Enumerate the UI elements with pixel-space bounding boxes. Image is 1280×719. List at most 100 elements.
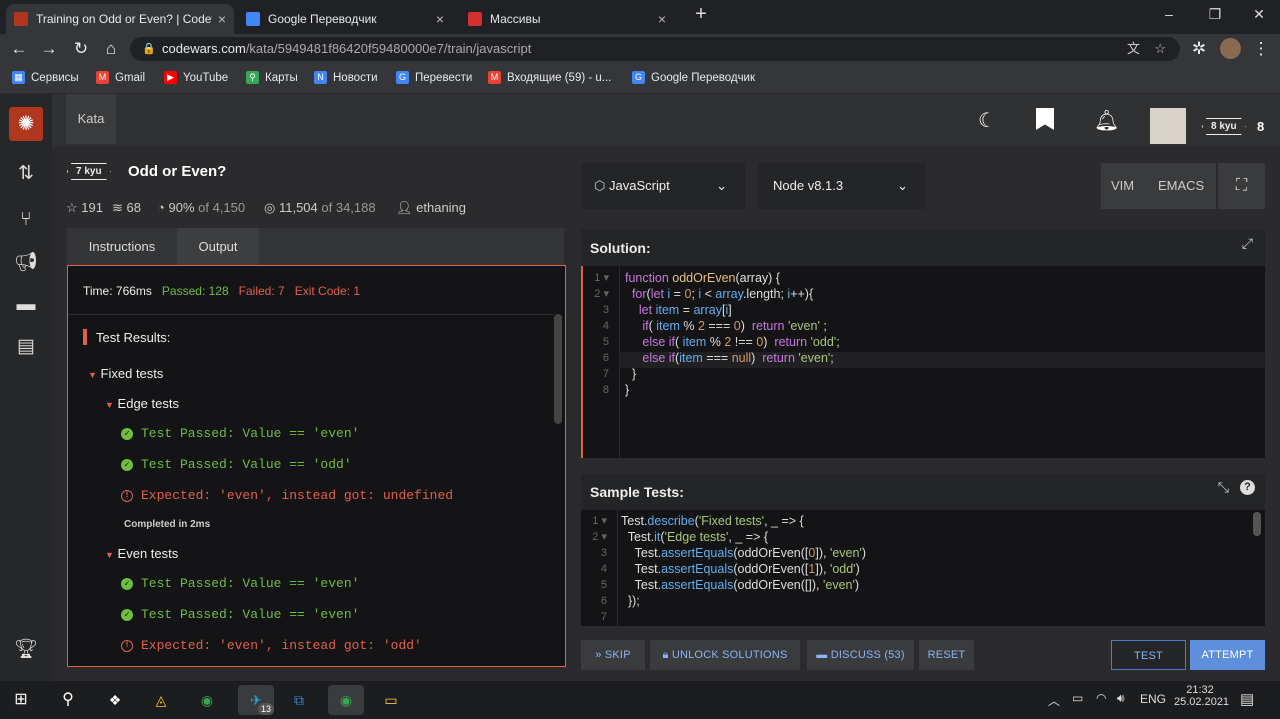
collapse-icon[interactable]: ⤡ xyxy=(1218,479,1229,496)
code-line: 6 else if(item === null) return 'even'; xyxy=(602,351,834,365)
group-even-tests[interactable]: ▼ Even tests xyxy=(105,546,178,561)
expand-icon[interactable]: ⤢ xyxy=(1242,235,1253,252)
code-line: 1 ▾ Test.describe('Fixed tests', _ => { xyxy=(592,514,804,528)
codewars-logo-icon[interactable]: ✺ xyxy=(9,107,43,141)
chrome-active-icon[interactable]: ◉ xyxy=(328,685,364,715)
group-fixed-tests[interactable]: ▼ Fixed tests xyxy=(88,366,163,381)
bookmark-icon[interactable] xyxy=(1036,108,1054,130)
search-icon[interactable]: ⚲ xyxy=(53,685,83,715)
address-toolbar: ← → ↻ ⌂ 🔒 codewars.com/kata/5949481f8642… xyxy=(0,34,1280,64)
close-tab-icon[interactable]: × xyxy=(436,11,444,27)
comment-icon: ▬ xyxy=(816,649,828,661)
result-line: ! Expected: 'even', instead got: 'odd' xyxy=(121,638,422,653)
translate-page-icon[interactable]: 文 xyxy=(1127,37,1140,61)
tab-instructions[interactable]: Instructions xyxy=(67,228,177,266)
bookmark-inbox[interactable]: M Входящие (59) - u... xyxy=(488,71,611,84)
chat-icon[interactable]: ▬ xyxy=(13,292,39,318)
code-line: 3 let item = array[i] xyxy=(602,303,732,317)
sample-tests-panel: Sample Tests: ⤡ ? 1 ▾ Test.describe('Fixe… xyxy=(581,474,1265,626)
results-title: Test Results: xyxy=(96,330,171,345)
reset-button[interactable]: RESET xyxy=(919,640,974,670)
code-line: 2 ▾ Test.it('Edge tests', _ => { xyxy=(592,530,769,544)
new-tab-button[interactable]: + xyxy=(686,3,716,26)
reload-icon[interactable]: ↻ xyxy=(70,39,92,59)
docs-icon[interactable]: ▤ xyxy=(13,334,39,360)
solution-editor[interactable]: 1 ▾ function oddOrEven(array) { 2 ▾ for(l… xyxy=(581,266,1265,458)
nav-kata[interactable]: Kata xyxy=(66,94,116,144)
group-edge-tests[interactable]: ▼ Edge tests xyxy=(105,396,179,411)
clock[interactable]: 21:32 25.02.2021 xyxy=(1174,684,1229,708)
figma-icon[interactable]: ❖ xyxy=(100,685,130,715)
wifi-icon[interactable]: ◠ xyxy=(1096,691,1106,705)
tray-network-icon[interactable]: ▭ xyxy=(1072,691,1083,705)
bookmark-youtube[interactable]: ▶ YouTube xyxy=(164,71,228,84)
gmail-icon: M xyxy=(96,71,109,84)
language-select[interactable]: ⬡ JavaScript ⌄ xyxy=(581,163,745,209)
close-tab-icon[interactable]: × xyxy=(218,11,226,27)
apps-icon: ▦ xyxy=(12,71,25,84)
profile-avatar[interactable] xyxy=(1220,38,1241,59)
bookmark-translate[interactable]: G Перевести xyxy=(396,71,472,84)
megaphone-icon[interactable]: 📢︎ xyxy=(13,250,39,276)
attempt-button[interactable]: ATTEMPT xyxy=(1190,640,1265,670)
file-explorer-icon[interactable]: ▭ xyxy=(376,685,406,715)
tab-google-translate[interactable]: Google Переводчик × xyxy=(238,4,452,34)
emacs-button[interactable]: EMACS xyxy=(1158,178,1204,193)
bookmark-google-translate[interactable]: G Google Переводчик xyxy=(632,71,755,84)
close-tab-icon[interactable]: × xyxy=(658,11,666,27)
fullscreen-icon[interactable]: ⛶ xyxy=(1218,163,1265,209)
forward-arrow-icon[interactable]: → xyxy=(38,39,60,59)
kata-author[interactable]: 👤︎ ethaning xyxy=(396,200,466,216)
chrome-icon[interactable]: ◉ xyxy=(192,685,222,715)
sample-tests-editor[interactable]: 1 ▾ Test.describe('Fixed tests', _ => { 2… xyxy=(581,510,1265,626)
minimize-button[interactable]: – xyxy=(1154,6,1184,22)
bookmark-services[interactable]: ▦ Сервисы xyxy=(12,71,79,84)
bookmark-star-icon[interactable]: ☆ xyxy=(1154,37,1166,61)
code-line: 3 Test.assertEquals(oddOrEven([0]), 'eve… xyxy=(600,546,866,560)
code-line: 5 else if( item % 2 !== 0) return 'odd'; xyxy=(602,335,840,349)
collections-icon: ≋ xyxy=(112,200,123,215)
output-scrollbar[interactable] xyxy=(554,314,562,424)
bookmark-news[interactable]: N Новости xyxy=(314,71,378,84)
runtime-select[interactable]: Node v8.1.3 ⌄ xyxy=(758,163,926,209)
skip-button[interactable]: » SKIP xyxy=(581,640,645,670)
divider xyxy=(68,314,554,315)
bookmark-maps[interactable]: ⚲ Карты xyxy=(246,71,298,84)
notifications-icon[interactable]: ▤ xyxy=(1240,690,1254,708)
avast-icon[interactable]: ◬ xyxy=(146,685,176,715)
google-translate-icon xyxy=(246,12,260,26)
help-icon[interactable]: ? xyxy=(1240,480,1255,495)
tab-title: Training on Odd or Even? | Codewars xyxy=(36,12,212,26)
trophy-icon[interactable]: 🏆︎ xyxy=(13,637,39,663)
volume-icon[interactable]: 🔊︎ xyxy=(1117,691,1125,706)
extensions-icon[interactable]: ✲ xyxy=(1188,39,1210,59)
practice-icon[interactable]: ⇅ xyxy=(13,161,39,187)
home-icon[interactable]: ⌂ xyxy=(100,39,122,59)
tab-output[interactable]: Output xyxy=(177,228,259,266)
bell-icon[interactable]: 🔔︎ xyxy=(1094,108,1119,133)
discuss-button[interactable]: ▬ DISCUSS (53) xyxy=(807,640,914,670)
close-window-button[interactable]: ✕ xyxy=(1244,6,1274,23)
maximize-button[interactable]: ❐ xyxy=(1200,6,1230,23)
moon-icon[interactable]: ☾ xyxy=(978,108,996,133)
windows-start-icon[interactable]: ⊞ xyxy=(6,685,36,715)
tray-chevron-icon[interactable]: ︿ xyxy=(1048,692,1060,709)
fork-icon[interactable]: ⑂ xyxy=(13,207,39,233)
tab-codewars[interactable]: Training on Odd or Even? | Codewars × xyxy=(6,4,234,34)
vscode-icon[interactable]: ⧉ xyxy=(284,685,314,715)
check-icon: ✓ xyxy=(121,427,133,440)
url-path: /kata/5949481f86420f59480000e7/train/jav… xyxy=(245,41,532,56)
bookmark-gmail[interactable]: M Gmail xyxy=(96,71,145,84)
unlock-solutions-button[interactable]: 🔒︎ UNLOCK SOLUTIONS xyxy=(650,640,800,670)
menu-dots-icon[interactable]: ⋮ xyxy=(1250,39,1272,59)
user-avatar[interactable] xyxy=(1150,108,1186,144)
test-button[interactable]: TEST xyxy=(1111,640,1186,670)
back-arrow-icon[interactable]: ← xyxy=(8,39,30,59)
vim-button[interactable]: VIM xyxy=(1111,178,1134,193)
tab-arrays[interactable]: Массивы × xyxy=(460,4,674,34)
telegram-icon[interactable]: ✈ 13 xyxy=(238,685,274,715)
left-panel-tabs: Instructions Output xyxy=(67,228,564,266)
url-bar[interactable]: 🔒 codewars.com/kata/5949481f86420f594800… xyxy=(130,37,1180,61)
url-host: codewars.com xyxy=(162,41,246,56)
input-language[interactable]: ENG xyxy=(1140,692,1166,706)
